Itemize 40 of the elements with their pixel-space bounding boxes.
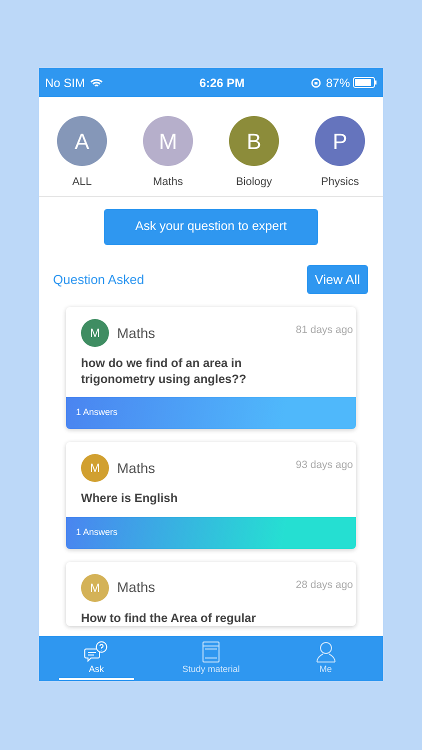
carrier-name: No SIM	[45, 74, 86, 92]
subject-avatar: M	[81, 574, 109, 602]
question-card[interactable]: M Maths 28 days ago How to find the Area of regular	[66, 562, 356, 626]
battery-percent: 87%	[326, 74, 350, 92]
question-text: how do we find of an area in trigonometry using angles??	[80, 355, 248, 388]
subject-name: Maths	[117, 324, 156, 342]
category-label[interactable]: Maths	[143, 174, 193, 190]
wifi-icon	[90, 78, 104, 88]
category-avatar[interactable]: P	[315, 116, 365, 166]
tab-label[interactable]: Ask	[88, 662, 104, 676]
subject-avatar: M	[81, 454, 109, 482]
category-avatar[interactable]: A	[57, 116, 107, 166]
question-card[interactable]: M Maths 93 days ago Where is English 1 Answers	[66, 442, 356, 549]
answers-bar[interactable]: 1 Answers	[66, 397, 356, 430]
question-age: 28 days ago	[296, 578, 353, 593]
category-label[interactable]: Biology	[229, 174, 279, 190]
question-text: Where is English	[80, 490, 179, 508]
battery-icon	[353, 77, 377, 88]
category-label[interactable]: ALL	[57, 174, 107, 190]
book-icon	[202, 640, 220, 662]
question-age: 81 days ago	[296, 323, 353, 338]
subject-avatar: M	[81, 319, 109, 347]
tab-label[interactable]: Study material	[182, 662, 240, 676]
subject-name: Maths	[117, 578, 156, 598]
view-all-button[interactable]: View All	[306, 264, 368, 294]
subject-name: Maths	[117, 458, 156, 478]
question-age: 93 days ago	[296, 458, 353, 474]
person-icon	[316, 640, 336, 662]
category-label[interactable]: Physics	[315, 174, 365, 190]
clock: 6:26 PM	[198, 74, 245, 92]
section-title: Question Asked	[53, 270, 144, 288]
chat-question-icon	[84, 640, 108, 662]
rotation-lock-icon	[310, 78, 321, 88]
ask-question-button[interactable]: Ask your question to expert	[104, 208, 318, 244]
question-text: How to find the Area of regular	[80, 610, 257, 626]
category-avatar[interactable]: M	[143, 116, 193, 166]
answers-bar[interactable]: 1 Answers	[66, 516, 356, 549]
category-avatar[interactable]: B	[229, 116, 279, 166]
question-card[interactable]: M Maths 81 days ago how do we find of an area in trigonometry using angles?? 1 Answers	[66, 307, 356, 430]
tab-label[interactable]: Me	[319, 662, 332, 676]
